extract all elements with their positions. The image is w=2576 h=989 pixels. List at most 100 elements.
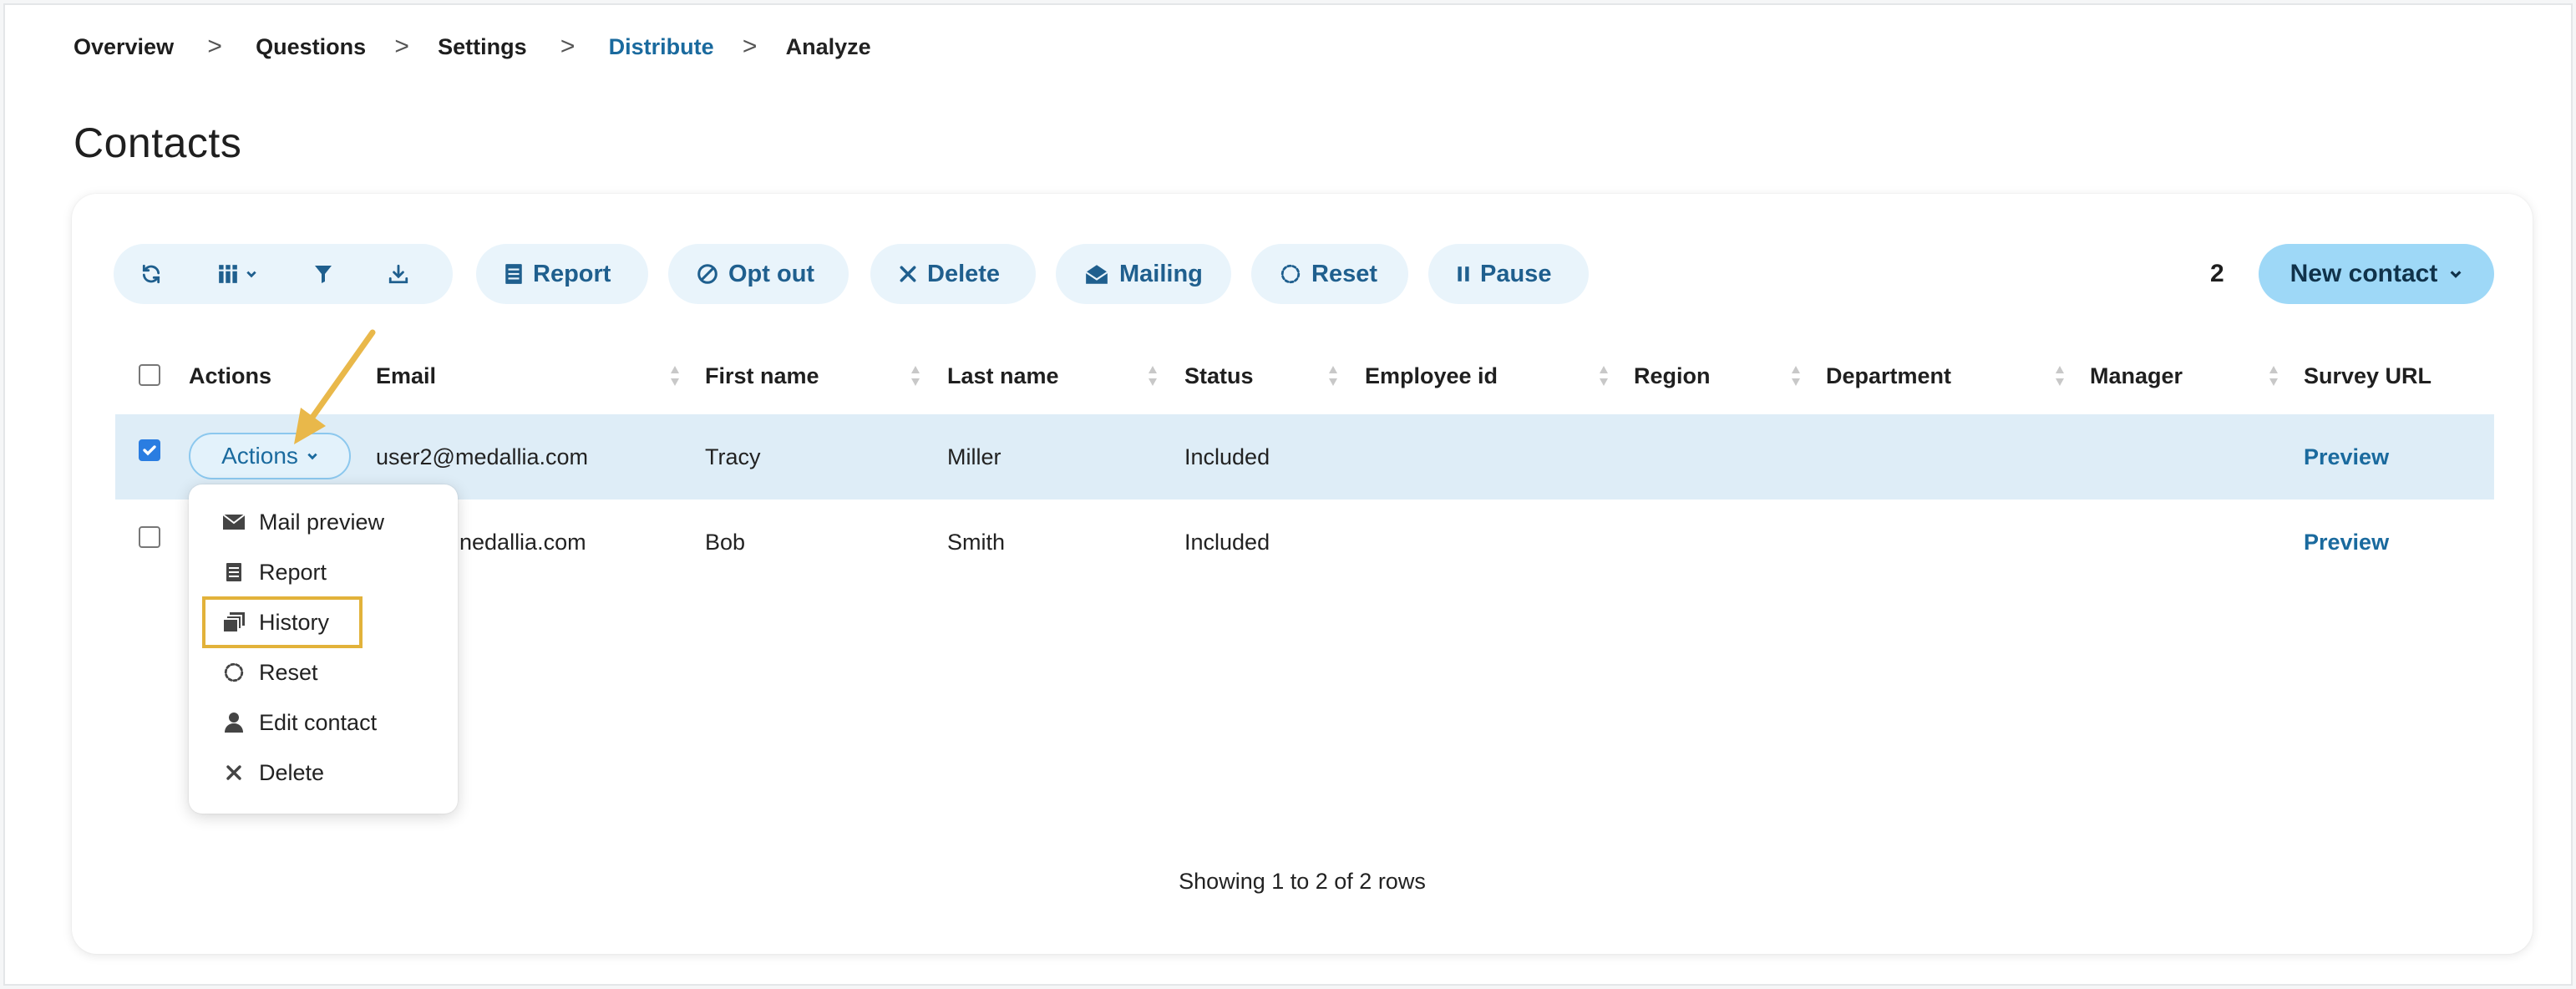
menu-item-label: Mail preview	[259, 509, 385, 535]
breadcrumb-settings[interactable]: Settings	[438, 34, 527, 60]
cell-last-name: Miller	[947, 444, 1001, 469]
page-title: Contacts	[74, 119, 242, 166]
chevron-down-icon	[246, 271, 256, 278]
preview-link[interactable]: Preview	[2304, 500, 2389, 585]
table-header: Actions Email First name Last name Statu…	[115, 349, 2494, 403]
menu-item-history[interactable]: History	[202, 596, 363, 648]
cell-status: Included	[1184, 444, 1270, 469]
refresh-icon	[142, 264, 160, 284]
delete-button-label: Delete	[927, 260, 1001, 287]
breadcrumb-separator-icon: >	[207, 33, 222, 60]
row-actions-button[interactable]: Actions	[189, 433, 351, 479]
header-region[interactable]: Region	[1634, 349, 1711, 403]
pause-button[interactable]: Pause	[1428, 244, 1589, 304]
header-survey-url: Survey URL	[2304, 363, 2432, 388]
chevron-down-icon	[2450, 271, 2462, 278]
row-checkbox[interactable]	[139, 526, 160, 548]
menu-item-label: History	[259, 609, 330, 635]
refresh-button[interactable]	[114, 244, 189, 304]
breadcrumb-separator-icon: >	[394, 33, 409, 60]
report-icon	[505, 264, 522, 284]
sort-icon[interactable]	[2269, 364, 2279, 388]
columns-button[interactable]	[189, 244, 286, 304]
row-checkbox[interactable]	[139, 439, 160, 461]
sort-icon[interactable]	[1599, 364, 1609, 388]
checkmark-icon	[143, 445, 156, 456]
columns-icon	[219, 265, 237, 283]
menu-item-label: Reset	[259, 659, 318, 685]
download-button[interactable]	[361, 244, 436, 304]
select-all-checkbox[interactable]	[139, 364, 160, 386]
opt-out-button-label: Opt out	[728, 260, 815, 287]
mailing-button[interactable]: Mailing	[1056, 244, 1231, 304]
header-actions: Actions	[189, 363, 272, 388]
menu-item-edit-contact[interactable]: Edit contact	[204, 698, 441, 747]
sort-icon[interactable]	[2055, 364, 2065, 388]
close-icon	[900, 266, 916, 282]
cell-email: nedallia.com	[459, 529, 586, 555]
breadcrumb-analyze[interactable]: Analyze	[786, 34, 871, 60]
opt-out-button[interactable]: Opt out	[668, 244, 849, 304]
report-button[interactable]: Report	[476, 244, 648, 304]
cell-first-name: Tracy	[705, 444, 761, 469]
reset-icon	[224, 662, 244, 682]
ban-icon	[697, 264, 718, 284]
cell-status: Included	[1184, 529, 1270, 555]
new-contact-button[interactable]: New contact	[2259, 244, 2494, 304]
filter-button[interactable]	[286, 244, 361, 304]
menu-item-label: Report	[259, 559, 327, 585]
history-icon	[222, 612, 245, 633]
breadcrumb: Overview > Questions > Settings > Distri…	[74, 30, 871, 63]
report-icon	[226, 563, 241, 581]
delete-button[interactable]: Delete	[870, 244, 1036, 304]
menu-item-report[interactable]: Report	[204, 548, 441, 596]
toolbar-icon-group	[114, 244, 453, 304]
table-row: nedallia.com Bob Smith Included Preview	[115, 500, 2494, 585]
mailing-button-label: Mailing	[1119, 260, 1203, 287]
open-envelope-icon	[1085, 265, 1108, 284]
menu-item-reset[interactable]: Reset	[204, 648, 441, 697]
sort-icon[interactable]	[1328, 364, 1338, 388]
chevron-down-icon	[307, 453, 317, 460]
close-icon	[226, 765, 241, 780]
filter-icon	[315, 266, 332, 283]
cell-last-name: Smith	[947, 529, 1006, 555]
breadcrumb-distribute[interactable]: Distribute	[609, 34, 714, 60]
reset-icon	[1280, 264, 1301, 284]
new-contact-button-label: New contact	[2289, 260, 2438, 287]
breadcrumb-overview[interactable]: Overview	[74, 34, 174, 60]
header-department[interactable]: Department	[1826, 349, 1951, 403]
person-icon	[225, 713, 243, 733]
header-status[interactable]: Status	[1184, 349, 1254, 403]
menu-item-delete[interactable]: Delete	[204, 748, 441, 797]
sort-icon[interactable]	[670, 364, 680, 388]
cell-first-name: Bob	[705, 529, 746, 555]
preview-link[interactable]: Preview	[2304, 414, 2389, 500]
breadcrumb-separator-icon: >	[742, 33, 758, 60]
header-last-name[interactable]: Last name	[947, 349, 1059, 403]
breadcrumb-questions[interactable]: Questions	[256, 34, 366, 60]
header-first-name[interactable]: First name	[705, 349, 819, 403]
menu-item-label: Delete	[259, 759, 325, 785]
sort-icon[interactable]	[910, 364, 920, 388]
header-manager[interactable]: Manager	[2090, 349, 2183, 403]
row-actions-label: Actions	[221, 443, 298, 469]
pause-icon	[1458, 266, 1469, 281]
header-employee-id[interactable]: Employee id	[1365, 349, 1498, 403]
envelope-icon	[222, 514, 246, 530]
report-button-label: Report	[533, 260, 611, 287]
breadcrumb-separator-icon: >	[560, 33, 576, 60]
actions-dropdown-menu: Mail preview Report History Reset Edit c…	[189, 484, 458, 814]
table-row: Actions user2@medallia.com Tracy Miller …	[115, 414, 2494, 500]
menu-item-mail-preview[interactable]: Mail preview	[204, 498, 441, 546]
sort-icon[interactable]	[1791, 364, 1801, 388]
app-frame: Overview > Questions > Settings > Distri…	[3, 3, 2573, 986]
contacts-card: Report Opt out Delete Mailing Reset Paus…	[72, 194, 2533, 954]
header-email[interactable]: Email	[376, 349, 436, 403]
sort-icon[interactable]	[1148, 364, 1158, 388]
pause-button-label: Pause	[1480, 260, 1552, 287]
reset-button[interactable]: Reset	[1251, 244, 1408, 304]
selected-count: 2	[2210, 260, 2224, 287]
reset-button-label: Reset	[1311, 260, 1377, 287]
download-icon	[388, 264, 408, 284]
